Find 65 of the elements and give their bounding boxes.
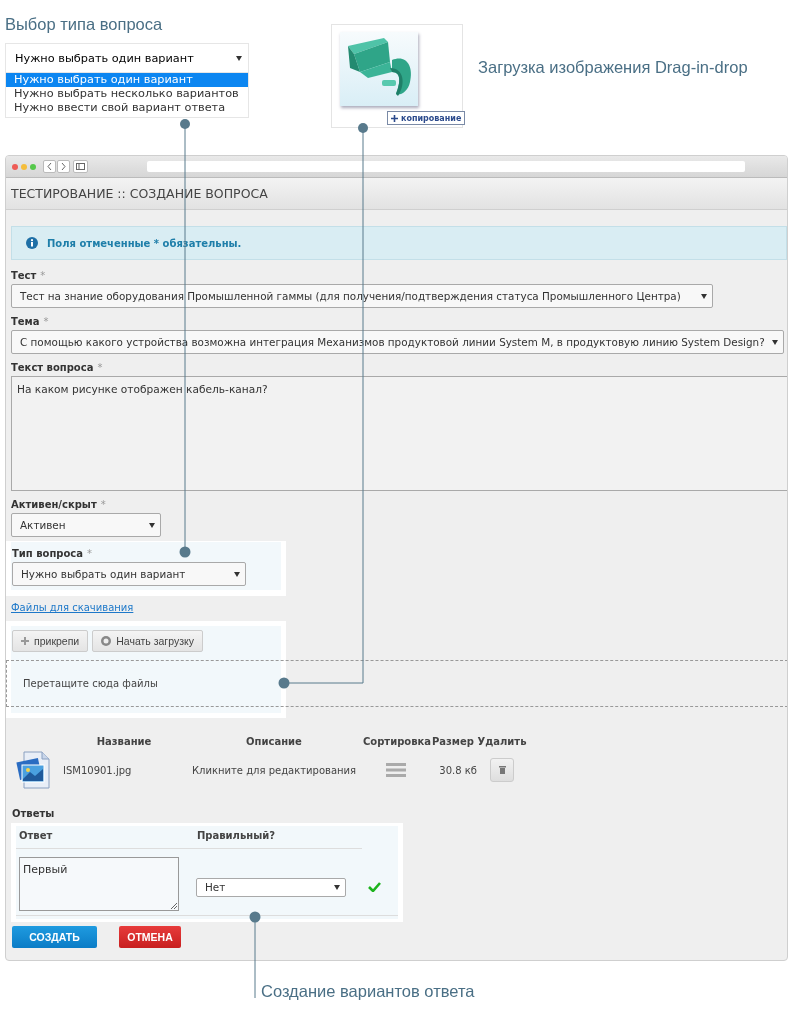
info-icon	[26, 237, 38, 249]
required-mark: *	[43, 316, 49, 327]
caret-icon	[334, 884, 340, 890]
dropdown[interactable]: Нужно выбрать один вариант	[5, 43, 249, 73]
dropdown[interactable]: Нужно выбрать один вариант	[12, 562, 246, 586]
page-title: ТЕСТИРОВАНИЕ :: СОЗДАНИЕ ВОПРОСА	[6, 178, 787, 210]
file-description[interactable]: Кликните для редактирования	[191, 764, 357, 776]
column-header: Название	[95, 736, 153, 749]
delete-button[interactable]	[490, 758, 514, 782]
resize-handle-icon	[170, 902, 177, 909]
upload-button[interactable]: Начать загрузку	[92, 630, 203, 652]
upload-button[interactable]: прикрепи	[12, 630, 89, 652]
check-icon	[368, 882, 381, 892]
file-size: 30.8 кб	[439, 764, 477, 776]
field-label: Тип вопроса	[12, 548, 84, 559]
required-mark: *	[40, 270, 46, 281]
caret-icon	[149, 522, 155, 528]
forward-button[interactable]	[57, 160, 70, 173]
field-label: Тема	[11, 316, 40, 327]
dropdown[interactable]: С помощью какого устройства возможна интеграция Механизмов продуктовой линии System M, в продуктовую линию System Design?	[11, 330, 784, 354]
circle-icon	[101, 636, 112, 646]
back-button[interactable]	[43, 160, 56, 173]
question-text-field[interactable]: На каком рисунке отображен кабель-канал?	[11, 376, 787, 491]
required-mark: *	[97, 362, 103, 373]
answer-field[interactable]: Первый	[19, 857, 179, 911]
image-file-icon	[16, 751, 52, 789]
cancel-button[interactable]: ОТМЕНА	[119, 926, 181, 948]
dropdown-option[interactable]: Нужно выбрать несколько вариантов	[6, 87, 248, 101]
create-button[interactable]: СОЗДАТЬ	[12, 926, 97, 948]
callout-caption: Создание вариантов ответа	[261, 982, 475, 1001]
sidebar-button[interactable]	[73, 160, 88, 173]
caret-icon	[701, 293, 707, 299]
column-header: Описание	[245, 736, 303, 749]
callout-title: Выбор типа вопроса	[5, 15, 163, 34]
column-header: Ответ	[19, 830, 54, 841]
files-link[interactable]: Файлы для скачивания	[11, 602, 134, 613]
chevron-left-icon	[47, 163, 52, 170]
dropdown[interactable]: Активен	[11, 513, 161, 537]
alert-text: Поля отмеченные * обязательны.	[47, 237, 242, 249]
field-label: Текст вопроса	[11, 362, 94, 373]
column-header: Удалить	[477, 736, 527, 749]
dropdown-option[interactable]: Нужно ввести свой вариант ответа	[6, 101, 248, 115]
column-header: Размер	[431, 736, 475, 749]
plus-icon	[391, 114, 398, 122]
dropdown-option[interactable]: Нужно выбрать один вариант	[6, 73, 248, 87]
trash-icon	[498, 766, 506, 774]
caret-icon	[234, 571, 240, 577]
chevron-right-icon	[61, 163, 66, 170]
caret-icon	[236, 55, 242, 61]
drag-handle-icon	[386, 763, 406, 777]
dropdown[interactable]: Тест на знание оборудования Промышленной гаммы (для получения/подтверждения статуса Промышленного Центра)	[11, 284, 713, 308]
sidebar-icon	[76, 163, 85, 170]
required-mark: *	[87, 548, 93, 559]
column-header: Сортировка	[363, 736, 429, 749]
dropdown[interactable]: Нет	[196, 877, 346, 897]
field-label: Активен/скрыт	[11, 499, 97, 510]
plus-icon	[21, 637, 29, 645]
file-name: ISM10901.jpg	[63, 764, 132, 776]
column-header: Правильный?	[197, 830, 277, 841]
copy-button[interactable]: копирование	[387, 111, 466, 125]
callout-caption: Загрузка изображения Drag-in-drop	[478, 58, 748, 77]
section-title: Ответы	[12, 808, 56, 819]
required-mark: *	[100, 499, 106, 510]
field-label: Тест	[11, 270, 37, 281]
caret-icon	[772, 339, 778, 345]
